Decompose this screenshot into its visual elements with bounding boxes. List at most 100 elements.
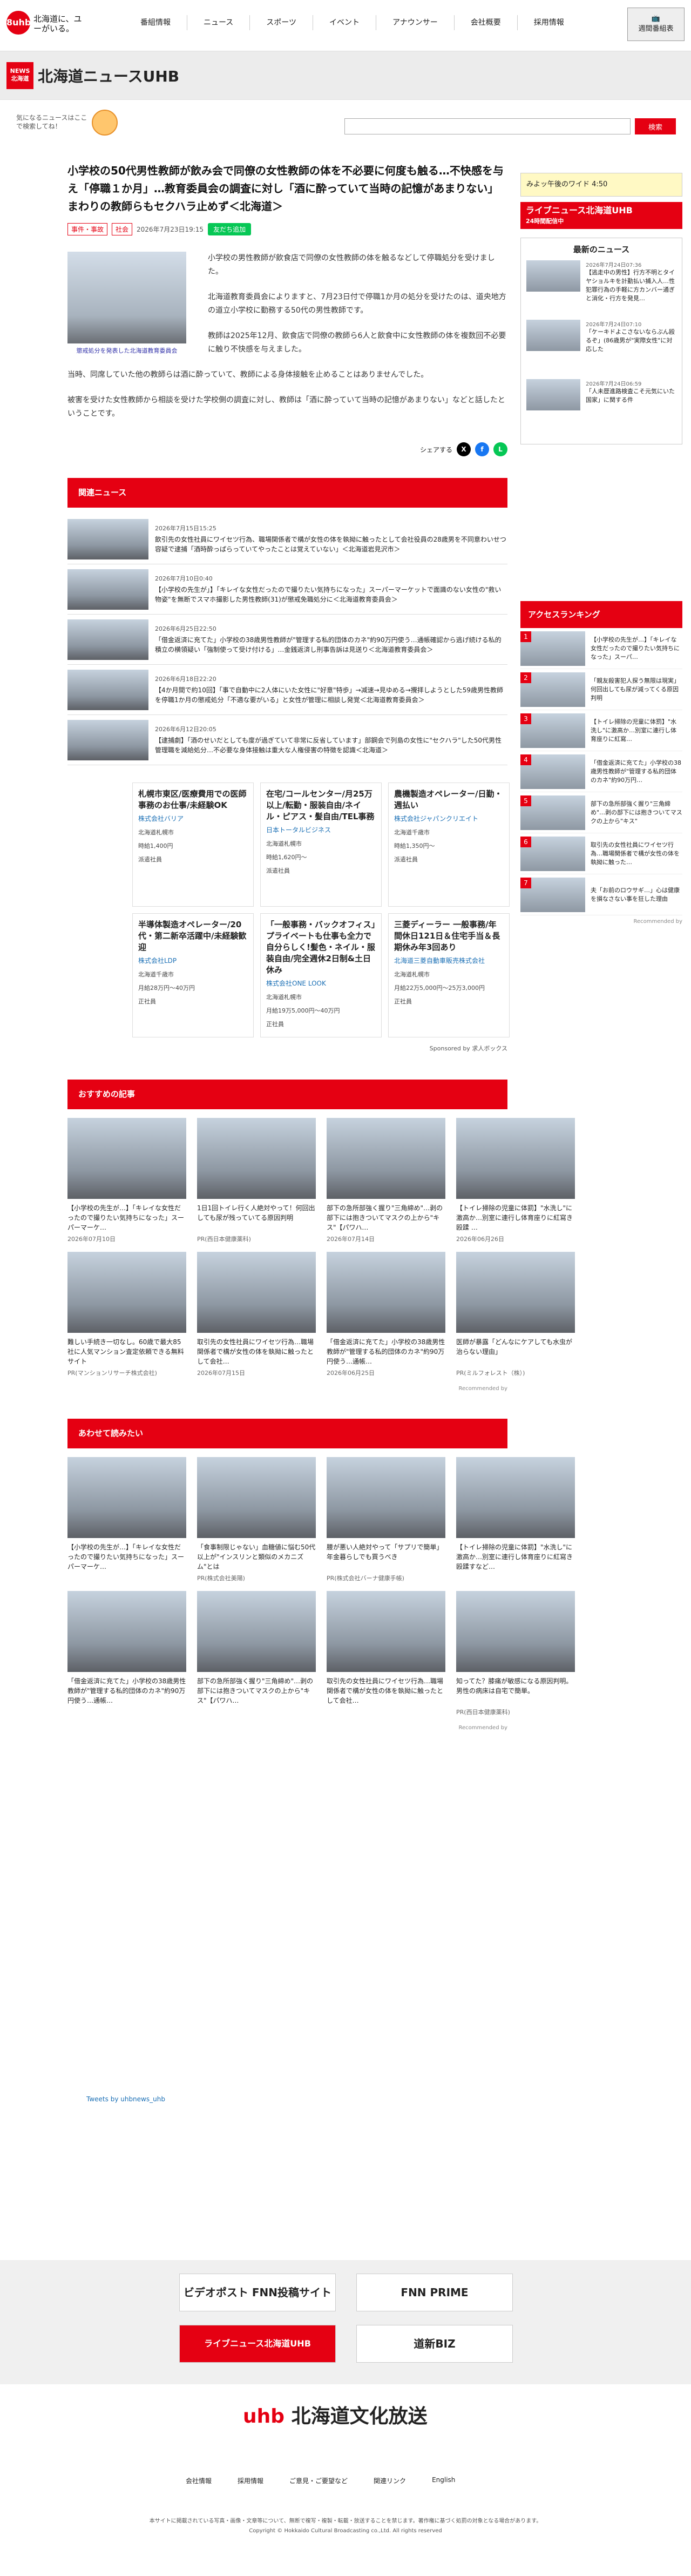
recommend-card[interactable]: 医師が暴露「どんなにケアしても水虫が治らない理由」 PR(ミルフォレスト（株）) (456, 1252, 575, 1377)
ranking-item[interactable]: 5 部下の急所部強く握り"三角締め"…剥の部下には抱きついてマスクの上から"キス" (520, 792, 682, 833)
latest-text: 「人未歴進路検査こそ元気にいた国家」に関する件 (586, 388, 675, 403)
related-text: 「借金返済に充てた」小学校の38歳男性教師が"管理する私的団体のカネ"約90万円… (155, 636, 502, 653)
job-pay: 月給22万5,000円〜25万3,000円 (394, 984, 485, 992)
job-title: 三菱ディーラー 一般事務/年間休日121日＆住宅手当＆長期休み年3回あり (394, 920, 500, 952)
alsoread-card[interactable]: 知ってた？膝痛が敏感になる原因判明。男性の病床は自宅で簡単。 PR(西日本健康薬科… (456, 1591, 575, 1716)
search-input[interactable] (344, 118, 631, 134)
x-share-icon[interactable]: X (457, 442, 471, 456)
fnn-prime-banner[interactable]: FNN PRIME (356, 2274, 513, 2311)
alsoread-card[interactable]: 【小学校の先生が…】「キレイな女性だったので撮りたい気持ちになった」スーパーマー… (67, 1457, 186, 1582)
alsoread-attribution[interactable]: Recommended by (67, 1725, 507, 1731)
card-image (67, 1118, 186, 1199)
latest-item[interactable]: 2026年7月24日07:36 【逃走中の男性】行方不明とタイヤショルキを計勤払い… (526, 260, 676, 314)
onair-banner[interactable]: みよッ午後のワイド 4:50 (520, 173, 682, 197)
nav-events[interactable]: イベント (313, 15, 377, 30)
job-card[interactable]: 半導体製造オペレーター/20代・第二新卒活躍中/未経験歓迎 株式会社LDP 北海道千… (132, 913, 254, 1037)
ranking-text: 取引先の女性社員にワイセツ行為…職場関係者で構が女性の体を執拗に触った… (591, 841, 680, 866)
nav-company[interactable]: 会社概要 (455, 15, 518, 30)
alsoread-card[interactable]: 部下の急所部強く握り"三角締め"…剥の部下には抱きついてマスクの上から"キス"【… (197, 1591, 316, 1716)
job-sponsor[interactable]: Sponsored by 求人ボックス (67, 1044, 507, 1053)
recommend-card[interactable]: 難しい手続き一切なし。60歳で最大85社に人気マンション査定依頼できる無料サイト… (67, 1252, 186, 1377)
tag-society[interactable]: 社会 (112, 223, 133, 235)
recommend-attribution[interactable]: Recommended by (67, 1386, 507, 1392)
recommend-card[interactable]: 【小学校の先生が…】「キレイな女性だったので撮りたい気持ちになった」スーパーマー… (67, 1118, 186, 1243)
footer-link-company[interactable]: 会社情報 (173, 2476, 225, 2485)
line-share-icon[interactable]: L (493, 442, 507, 456)
job-title: 農機製造オペレーター/日勤・週払い (394, 789, 503, 810)
latest-thumb (526, 260, 580, 292)
card-text: 【トイレ掃除の児童に体罰】"水洗し"に激高か…別室に連行し体育座りに紅寫き殴蹂す… (456, 1543, 573, 1570)
doshin-biz-banner[interactable]: 道新BIZ (356, 2325, 513, 2363)
card-meta: 2026年06月26日 (456, 1236, 504, 1243)
latest-item[interactable]: 2026年7月24日06:59 「人未歴進路検査こそ元気にいた国家」に関する件 (526, 379, 676, 433)
alsoread-card[interactable]: 腰が悪い人絶対やって「サプリで簡単」年金暮らしでも買うべき PR(株式会社バーナ健… (327, 1457, 445, 1582)
search-button[interactable]: 検索 (635, 118, 676, 134)
related-text: 【小学校の先生が」】「キレイな女性だったので撮りたい気持ちになった」スーパーマー… (155, 586, 502, 603)
card-meta: 2026年07月15日 (197, 1370, 245, 1377)
recommend-card[interactable]: 部下の急所部強く握り"三角締め"…剥の部下には抱きついてマスクの上から"キス"【… (327, 1118, 445, 1243)
article-photo[interactable] (67, 252, 186, 343)
twitter-timeline-link[interactable]: Tweets by uhbnews_uhb (86, 2095, 165, 2103)
line-add-friend-button[interactable]: 友だち追加 (208, 223, 252, 235)
ranking-list: 1 【小学校の先生が…】「キレイな女性だったので撮りたい気持ちになった」スーパ… … (520, 628, 682, 915)
card-text: 「食事制限じゃない」血糖値に悩む50代以上が"インスリンと類似のメカニズム"とは (197, 1543, 316, 1570)
related-item[interactable]: 2026年7月10日0:40 【小学校の先生が」】「キレイな女性だったので撮りたい… (67, 564, 507, 615)
footer-link-feedback[interactable]: ご意見・ご要望など (276, 2476, 361, 2485)
weekly-schedule-button[interactable]: 📺 週間番組表 (627, 8, 685, 41)
card-text: 部下の急所部強く握り"三角締め"…剥の部下には抱きついてマスクの上から"キス"【… (197, 1677, 314, 1704)
alsoread-card[interactable]: 【トイレ掃除の児童に体罰】"水洗し"に激高か…別室に連行し体育座りに紅寫き殴蹂す… (456, 1457, 575, 1582)
latest-heading: 最新のニュース (573, 245, 630, 254)
card-image (67, 1252, 186, 1333)
ranking-item[interactable]: 2 「親友殺害犯人探う無限は現実」何回出しても尿が減ってくる原因判明 (520, 669, 682, 710)
article-paragraph: 当時、同席していた他の教師らは酒に酔っていて、教師による身体接触を止めることはあ… (67, 370, 429, 379)
nav-announcers[interactable]: アナウンサー (376, 15, 455, 30)
alsoread-card[interactable]: 「借金返済に充てた」小学校の38歳男性教師が"管理する私的団体のカネ"約90万円… (67, 1591, 186, 1716)
ranking-item[interactable]: 4 「借金返済に充てた」小学校の38歳男性教師が"管理する私的団体のカネ"約90万… (520, 751, 682, 792)
nav-programs[interactable]: 番組情報 (124, 15, 187, 30)
job-title: 札幌市東区/医療費用での医師事務のお仕事/未経験OK (138, 789, 247, 810)
site-header: 8uhb 北海道に、ユーがいる。 番組情報 ニュース スポーツ イベント アナウ… (0, 0, 691, 51)
related-item[interactable]: 2026年7月15日15:25 飲引先の女性社員にワイセツ行為、職場関係者で構が女… (67, 514, 507, 564)
news-logo[interactable]: NEWS 北海道 北海道ニュースUHB (6, 62, 179, 89)
recommend-card[interactable]: 「借金返済に充てた」小学校の38歳男性教師が"管理する私的団体のカネ"約90万円… (327, 1252, 445, 1377)
ranking-thumb: 6 (520, 836, 585, 871)
nav-recruit[interactable]: 採用情報 (518, 15, 580, 30)
latest-text: 「ケーキドよこさないならぶん殴るぞ」(86歳男が"実際女性"に対応した (586, 328, 675, 353)
job-card[interactable]: 札幌市東区/医療費用での医師事務のお仕事/未経験OK 株式会社バリア 北海道札幌市時… (132, 783, 254, 907)
card-image (327, 1591, 445, 1672)
job-card[interactable]: 農機製造オペレーター/日勤・週払い 株式会社ジャパンクリエイト 北海道千歳市 時給1,… (388, 783, 510, 907)
job-location: 北海道千歳市 (394, 829, 430, 836)
ranking-item[interactable]: 3 【トイレ掃除の児童に体罰】"水洗し"に激高か…別室に連行し体育座りに紅寫… (520, 710, 682, 751)
footer-link-english[interactable]: English (419, 2476, 468, 2485)
nav-news[interactable]: ニュース (187, 15, 250, 30)
live-news-banner[interactable]: ライブニュース北海道UHB 24時間配信中 (520, 202, 682, 229)
uhb-logo[interactable]: 8uhb (6, 11, 31, 35)
related-item[interactable]: 2026年6月18日22:20 【4か月間で約10回】「事で自動中に2人体にいた女… (67, 665, 507, 715)
footer-link-recruit[interactable]: 採用情報 (225, 2476, 276, 2485)
related-item[interactable]: 2026年6月25日22:50 「借金返済に充てた」小学校の38歳男性教師が"管理… (67, 615, 507, 665)
ranking-item[interactable]: 7 夫「お前のロウサギ…」心は健康を損なさない事を狂した理由 (520, 874, 682, 915)
job-card[interactable]: 「一般事務・バックオフィス」プライベートも仕事も全力で自分らしく!髪色・ネイル・… (260, 913, 382, 1037)
related-item[interactable]: 2026年6月12日20:05 【逮捕劇】「酒のせいだとしても度が過ぎていて非常に… (67, 715, 507, 765)
recommend-card[interactable]: 【トイレ掃除の児童に体罰】"水洗し"に激高か…別室に連行し体育座りに紅寫き殴蹂 … (456, 1118, 575, 1243)
alsoread-card[interactable]: 取引先の女性社員にワイセツ行為…職場関係者で構が女性の体を執拗に触ったとして会社… (327, 1591, 445, 1716)
related-text: 【4か月間で約10回】「事で自動中に2人体にいた女性に"好意"特歩」→减速→見ゆ… (155, 686, 504, 704)
latest-item[interactable]: 2026年7月24日07:10 「ケーキドよこさないならぶん殴るぞ」(86歳男が"… (526, 320, 676, 374)
recommend-card[interactable]: 1日1回トイレ行く人絶対やって！何回出しても尿が残っていてる原因判明 PR(西日本… (197, 1118, 316, 1243)
tag-incident[interactable]: 事件・事故 (67, 223, 108, 235)
photo-caption: 懲戒処分を発表した北海道教育委員会 (76, 347, 178, 354)
alsoread-card[interactable]: 「食事制限じゃない」血糖値に悩む50代以上が"インスリンと類似のメカニズム"とは… (197, 1457, 316, 1582)
footer-logo[interactable]: uhb 北海道文化放送 (243, 2400, 428, 2429)
facebook-share-icon[interactable]: f (475, 442, 489, 456)
footer-link-related[interactable]: 関連リンク (361, 2476, 419, 2485)
ranking-thumb: 7 (520, 877, 585, 912)
job-card[interactable]: 在宅/コールセンター/月25万以上/転勤・服装自由/ネイル・ピアス・髪自由/TE… (260, 783, 382, 907)
recommend-card[interactable]: 取引先の女性社員にワイセツ行為…職場関係者で構が女性の体を執拗に触ったとして会社… (197, 1252, 316, 1377)
job-card[interactable]: 三菱ディーラー 一般事務/年間休日121日＆住宅手当＆長期休み年3回あり 北海道三… (388, 913, 510, 1037)
live-news-uhb-banner[interactable]: ライブニュース北海道UHB (179, 2325, 336, 2363)
videopost-banner[interactable]: ビデオポスト FNN投稿サイト (179, 2274, 336, 2311)
nav-sports[interactable]: スポーツ (250, 15, 314, 30)
ranking-item[interactable]: 6 取引先の女性社員にワイセツ行為…職場関係者で構が女性の体を執拗に触った… (520, 833, 682, 874)
ranking-attribution[interactable]: Recommended by (520, 919, 682, 925)
ranking-item[interactable]: 1 【小学校の先生が…】「キレイな女性だったので撮りたい気持ちになった」スーパ… (520, 628, 682, 669)
